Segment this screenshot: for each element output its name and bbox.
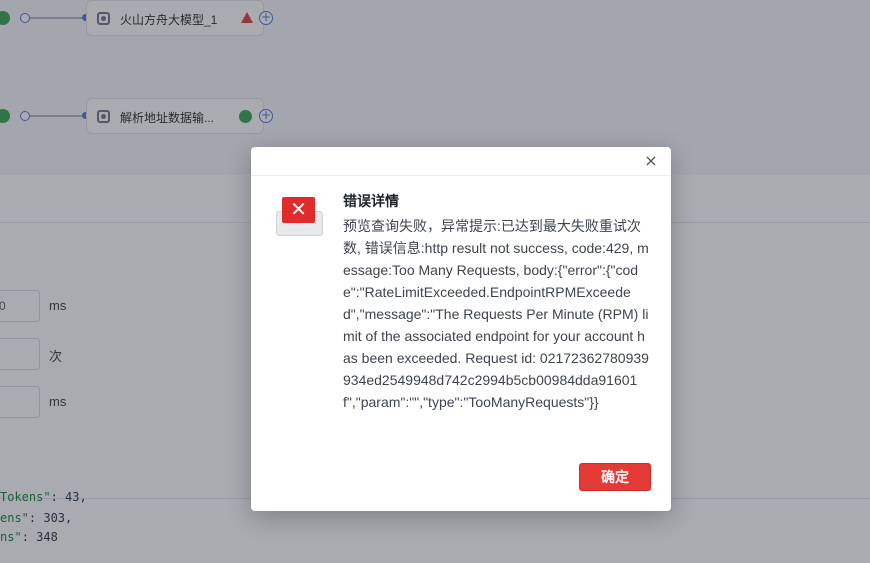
dialog-title: 错误详情 (343, 193, 399, 209)
confirm-button[interactable]: 确定 (579, 463, 651, 491)
error-x-icon: ✕ (282, 197, 315, 223)
error-icon: ✕ (276, 197, 323, 237)
dialog-header-divider (251, 175, 671, 176)
error-dialog: × ✕ 错误详情 预览查询失败，异常提示:已达到最大失败重试次数, 错误信息:h… (251, 147, 671, 511)
close-icon[interactable]: × (643, 153, 659, 169)
error-message: 预览查询失败，异常提示:已达到最大失败重试次数, 错误信息:http resul… (343, 218, 649, 410)
